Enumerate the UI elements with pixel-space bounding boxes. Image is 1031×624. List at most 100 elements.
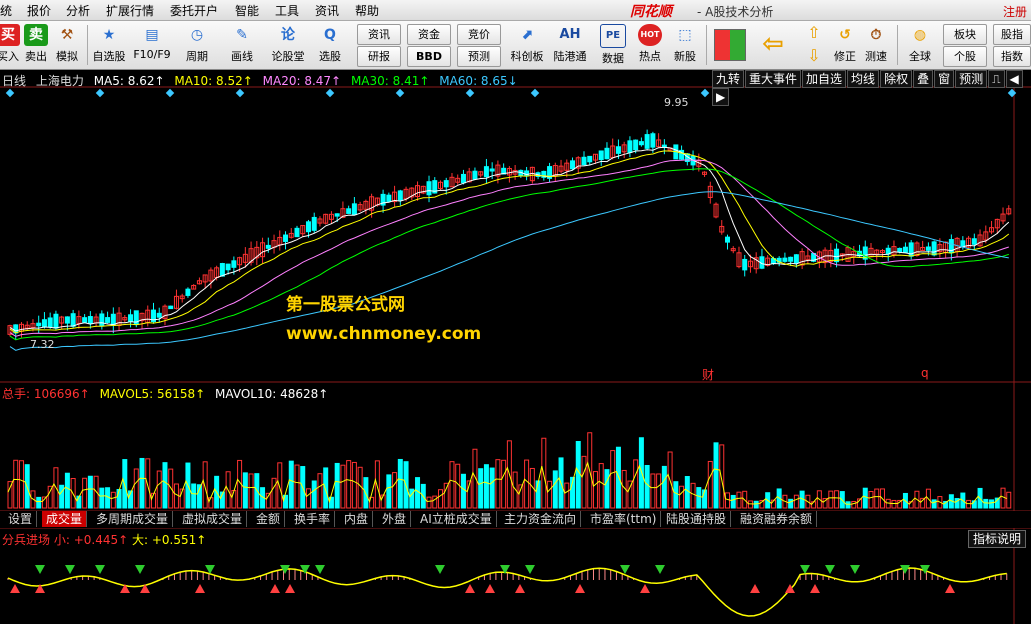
- volume-bar: [82, 477, 88, 509]
- candle-body: [346, 208, 352, 214]
- bbd-button[interactable]: BBD: [407, 46, 451, 67]
- volume-bar: [87, 475, 93, 509]
- menu-quote[interactable]: 报价: [27, 2, 51, 19]
- candle-body: [644, 134, 650, 149]
- q-event-marker[interactable]: q: [921, 366, 929, 380]
- event-diamond-icon: [530, 88, 540, 98]
- volume-bar: [173, 483, 179, 509]
- menu-system[interactable]: 统: [0, 2, 12, 19]
- research-button[interactable]: 研报: [357, 46, 401, 67]
- layout-grid-icon[interactable]: [714, 29, 746, 61]
- candle-body: [334, 213, 340, 217]
- period-button[interactable]: ◷ 周期: [177, 23, 217, 67]
- lock-icon[interactable]: ⎍: [988, 70, 1005, 88]
- volume-bar: [277, 462, 283, 509]
- menu-smart[interactable]: 智能: [235, 2, 259, 19]
- next-arrow-icon[interactable]: ▶: [712, 88, 730, 106]
- tab-settings[interactable]: 设置: [4, 511, 38, 527]
- draw-line-button[interactable]: ✎ 画线: [222, 23, 262, 67]
- new-stock-icon: ⬚: [678, 27, 692, 43]
- tab-pe-ttm[interactable]: 市盈率(ttm): [586, 511, 662, 527]
- data-button[interactable]: PE 数据: [593, 23, 633, 67]
- forum-button[interactable]: 论论股堂: [268, 23, 308, 67]
- stock-index-button[interactable]: 股指: [993, 24, 1031, 45]
- up-arrow-icon: [195, 584, 205, 593]
- low-price-label: 7.32: [30, 338, 55, 351]
- volume-bar: [162, 462, 168, 509]
- event-diamond-icon: [1007, 88, 1017, 98]
- tab-nine-turn[interactable]: 九转: [712, 70, 745, 88]
- auction-button[interactable]: 竞价: [457, 24, 501, 45]
- ipo-button[interactable]: ⬚ 新股: [665, 23, 705, 67]
- tab-volume[interactable]: 成交量: [42, 511, 88, 527]
- tab-window[interactable]: 窗: [934, 70, 955, 88]
- volume-bar: [311, 480, 317, 509]
- down-arrow-icon[interactable]: ⇩: [803, 46, 825, 66]
- speedtest-button[interactable]: ⏱ 测速: [856, 23, 896, 67]
- menu-help[interactable]: 帮助: [355, 2, 379, 19]
- hammer-icon: ⚒: [60, 27, 74, 43]
- tab-inner[interactable]: 内盘: [340, 511, 374, 527]
- menu-news[interactable]: 资讯: [315, 2, 339, 19]
- tab-margin-balance[interactable]: 融资融券余额: [736, 511, 818, 527]
- candle-body: [524, 170, 530, 177]
- tab-virtual-volume[interactable]: 虚拟成交量: [178, 511, 248, 527]
- hot-button[interactable]: HOT 热点: [630, 23, 670, 67]
- candle-body: [650, 133, 656, 148]
- up-arrow-icon: [640, 584, 650, 593]
- volume-bar: [788, 498, 794, 509]
- register-link[interactable]: 注册: [1003, 3, 1027, 20]
- tab-amount[interactable]: 金额: [252, 511, 286, 527]
- star-market-button[interactable]: ⬈ 科创板: [507, 23, 547, 67]
- stock-name: 上海电力: [35, 74, 84, 88]
- menu-extended-quote[interactable]: 扩展行情: [106, 2, 154, 19]
- tab-major-events[interactable]: 重大事件: [745, 70, 802, 88]
- menu-trade[interactable]: 委托开户: [170, 2, 218, 19]
- volume-bar: [305, 488, 311, 509]
- tab-ex-rights[interactable]: 除权: [880, 70, 913, 88]
- volume-bar: [415, 477, 421, 509]
- stock-picker-button[interactable]: Q 选股: [310, 23, 350, 67]
- tab-forecast[interactable]: 预测: [955, 70, 988, 88]
- tab-overlay[interactable]: 叠: [913, 70, 934, 88]
- volume-bar: [730, 494, 736, 509]
- single-stock-button[interactable]: 个股: [943, 46, 987, 67]
- up-arrow-icon[interactable]: ⇧: [803, 23, 825, 43]
- volume-bar: [845, 501, 851, 509]
- prev-arrow-icon[interactable]: ◀: [1005, 70, 1023, 88]
- back-arrow-icon[interactable]: ⇦: [756, 27, 790, 61]
- candle-body: [483, 166, 489, 178]
- index-button[interactable]: 指数: [993, 46, 1031, 67]
- tab-ma-lines[interactable]: 均线: [847, 70, 880, 88]
- tab-main-fund-flow[interactable]: 主力资金流向: [500, 511, 582, 527]
- funds-button[interactable]: 资金: [407, 24, 451, 45]
- high-price-label: 9.95: [664, 96, 689, 109]
- tab-outer[interactable]: 外盘: [378, 511, 412, 527]
- volume-bar: [323, 467, 329, 509]
- volume-bar: [242, 472, 248, 509]
- candle-body: [793, 254, 799, 264]
- news-button[interactable]: 资讯: [357, 24, 401, 45]
- hk-connect-button[interactable]: AH 陆港通: [550, 23, 590, 67]
- ma20-line: [9, 159, 1009, 337]
- indicator-help-button[interactable]: 指标说明: [968, 530, 1027, 548]
- volume-bar: [59, 484, 65, 509]
- watchlist-button[interactable]: ★ 自选股: [89, 23, 129, 67]
- simulate-button[interactable]: ⚒ 模拟: [47, 23, 87, 67]
- tab-multi-period-volume[interactable]: 多周期成交量: [92, 511, 174, 527]
- volume-bar: [47, 485, 53, 509]
- sector-button[interactable]: 板块: [943, 24, 987, 45]
- menu-tools[interactable]: 工具: [275, 2, 299, 19]
- tab-add-watchlist[interactable]: 加自选: [802, 70, 847, 88]
- tab-ai-volume[interactable]: AI立桩成交量: [416, 511, 497, 527]
- volume-bar: [191, 483, 197, 509]
- volume-bar: [862, 487, 868, 509]
- finance-event-marker[interactable]: 财: [702, 366, 714, 383]
- f10-button[interactable]: ▤ F10/F9: [132, 23, 172, 67]
- menu-analysis[interactable]: 分析: [66, 2, 90, 19]
- tab-hk-holdings[interactable]: 陆股通持股: [662, 511, 732, 527]
- global-button[interactable]: ◍ 全球: [900, 23, 940, 67]
- volume-bar: [426, 496, 432, 509]
- tab-turnover[interactable]: 换手率: [290, 511, 336, 527]
- forecast-button[interactable]: 预测: [457, 46, 501, 67]
